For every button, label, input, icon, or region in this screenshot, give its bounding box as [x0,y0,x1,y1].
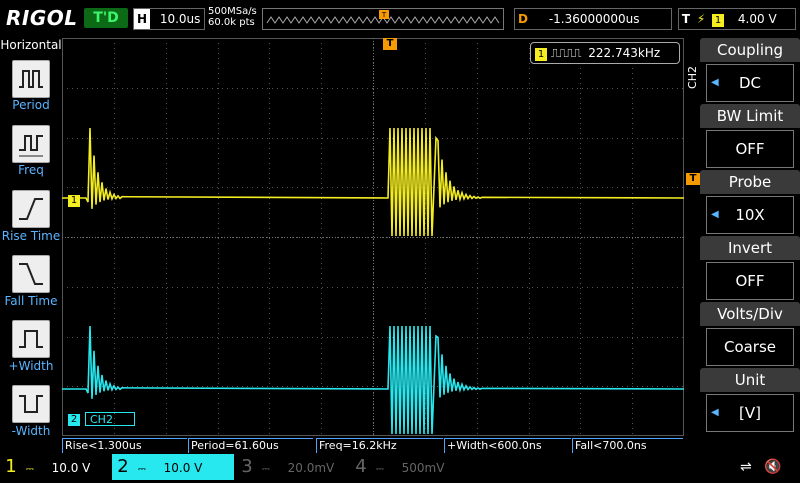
measurement-period[interactable]: Period=61.60us [188,438,313,453]
ch2-scale: 10.0 V [163,461,203,475]
invert-value: OFF [735,272,765,290]
invert-title: Invert [700,236,800,260]
fall-time-button[interactable] [12,255,50,293]
bw-limit-title: BW Limit [700,104,800,128]
trigger-label: T [681,12,691,26]
trigger-status-badge[interactable]: T'D [84,8,128,28]
usb-icon: ⇌ [740,459,752,475]
graticule [62,38,684,436]
menu-channel-label: CH2 [686,66,699,89]
coupling-option[interactable]: ◀ DC [706,64,794,102]
ch1-number: 1 [5,456,17,477]
volts-div-option[interactable]: Coarse [706,328,794,366]
period-icon [19,70,43,88]
measurement-rise[interactable]: Rise<1.300us [62,438,187,453]
ch1-offset-marker[interactable]: 1 [68,195,80,207]
measurement-bar: Rise<1.300us Period=61.60us Freq=16.2kHz… [62,438,684,453]
ch2-label-tag: CH2 [85,412,135,426]
rise-time-icon [19,198,43,220]
probe-title: Probe [700,170,800,194]
neg-width-button[interactable] [12,385,50,423]
rising-edge-icon: ⚡ [696,12,706,26]
bw-limit-value: OFF [735,140,765,158]
trigger-source: 1 [712,14,725,27]
bw-limit-option[interactable]: OFF [706,130,794,168]
channel-menu: Coupling ◀ DC BW Limit OFF Probe ◀ 10X Inv… [700,38,800,438]
waveform-display[interactable] [62,38,684,436]
trigger-level-marker[interactable]: T [686,173,700,185]
dc-coupling-icon: ⎓ [261,464,270,475]
memory-position-bar[interactable]: T [262,8,504,30]
coupling-value: DC [738,74,762,92]
ch2-number: 2 [117,456,129,477]
ch1-status[interactable]: 1 ⎓ 10.0 V [0,454,112,480]
measurement-freq[interactable]: Freq=16.2kHz [316,438,443,453]
measure-panel-title: Horizontal [0,38,62,52]
volts-div-title: Volts/Div [700,302,800,326]
horizontal-timebase[interactable]: H 10.0us [133,8,205,30]
measurement-fall[interactable]: Fall<700.0ns [572,438,683,453]
trigger-position-marker[interactable]: T [383,38,397,50]
ch2-status[interactable]: 2 ⎓ 10.0 V [112,454,234,480]
invert-option[interactable]: OFF [706,262,794,300]
ch2-offset-marker[interactable]: 2 [68,414,80,426]
pos-width-label: +Width [8,359,54,373]
trigger-settings[interactable]: T ⚡ 1 4.00 V [678,8,796,30]
probe-option[interactable]: ◀ 10X [706,196,794,234]
freq-label: Freq [18,163,44,177]
trigger-delay[interactable]: D -1.36000000us [514,8,672,30]
freq-icon [19,135,43,157]
ch4-scale: 500mV [401,461,445,475]
dc-coupling-icon: ⎓ [25,464,34,475]
fall-time-label: Fall Time [4,294,58,308]
trigger-level: 4.00 V [737,12,777,26]
memory-trigger-letter: T [381,11,387,19]
freq-button[interactable] [12,125,50,163]
menu-arrow-icon: ◀ [711,209,719,220]
pos-width-button[interactable] [12,320,50,358]
period-button[interactable] [12,60,50,98]
speaker-muted-icon[interactable]: 🔇 [764,454,788,480]
volts-div-value: Coarse [723,338,777,356]
menu-arrow-icon: ◀ [711,407,719,418]
ch4-number: 4 [355,456,367,477]
rise-time-button[interactable] [12,190,50,228]
square-wave-icon: ⎍⎍⎍⎍ [550,46,582,60]
coupling-title: Coupling [700,38,800,62]
ch3-status[interactable]: 3 ⎓ 20.0mV [236,454,348,480]
ch4-status[interactable]: 4 ⎓ 500mV [350,454,462,480]
unit-title: Unit [700,368,800,392]
ch3-scale: 20.0mV [287,461,335,475]
dc-coupling-icon: ⎓ [375,464,384,475]
frequency-counter: 1 ⎍⎍⎍⎍ 222.743kHz [530,42,680,64]
counter-value: 222.743kHz [588,46,661,60]
timebase-value: 10.0us [159,12,201,26]
sample-rate: 500MSa/s [208,6,257,17]
rise-time-label: Rise Time [1,229,61,243]
neg-width-icon [19,395,43,413]
neg-width-label: -Width [11,424,51,438]
ch3-number: 3 [241,456,253,477]
pos-width-icon [19,330,43,348]
menu-arrow-icon: ◀ [711,77,719,88]
delay-value: -1.36000000us [548,12,640,26]
delay-label: D [518,12,528,26]
unit-option[interactable]: ◀ [V] [706,394,794,432]
channel-status-bar: 1 ⎓ 10.0 V 2 ⎓ 10.0 V 3 ⎓ 20.0mV 4 ⎓ 500… [0,454,800,480]
memory-depth: 60.0k pts [208,17,255,28]
dc-coupling-icon: ⎓ [137,464,146,475]
period-label: Period [12,98,50,112]
memory-waveform-icon: T [266,10,500,24]
horizontal-label: H [134,9,150,29]
acquisition-info: 500MSa/s 60.0k pts [208,6,257,28]
probe-value: 10X [735,206,765,224]
measurement-pos-width[interactable]: +Width<600.0ns [444,438,571,453]
fall-time-icon [19,263,43,285]
ch1-scale: 10.0 V [51,461,91,475]
counter-channel: 1 [535,48,547,61]
unit-value: [V] [739,404,761,422]
brand-logo: RIGOL [6,6,78,30]
